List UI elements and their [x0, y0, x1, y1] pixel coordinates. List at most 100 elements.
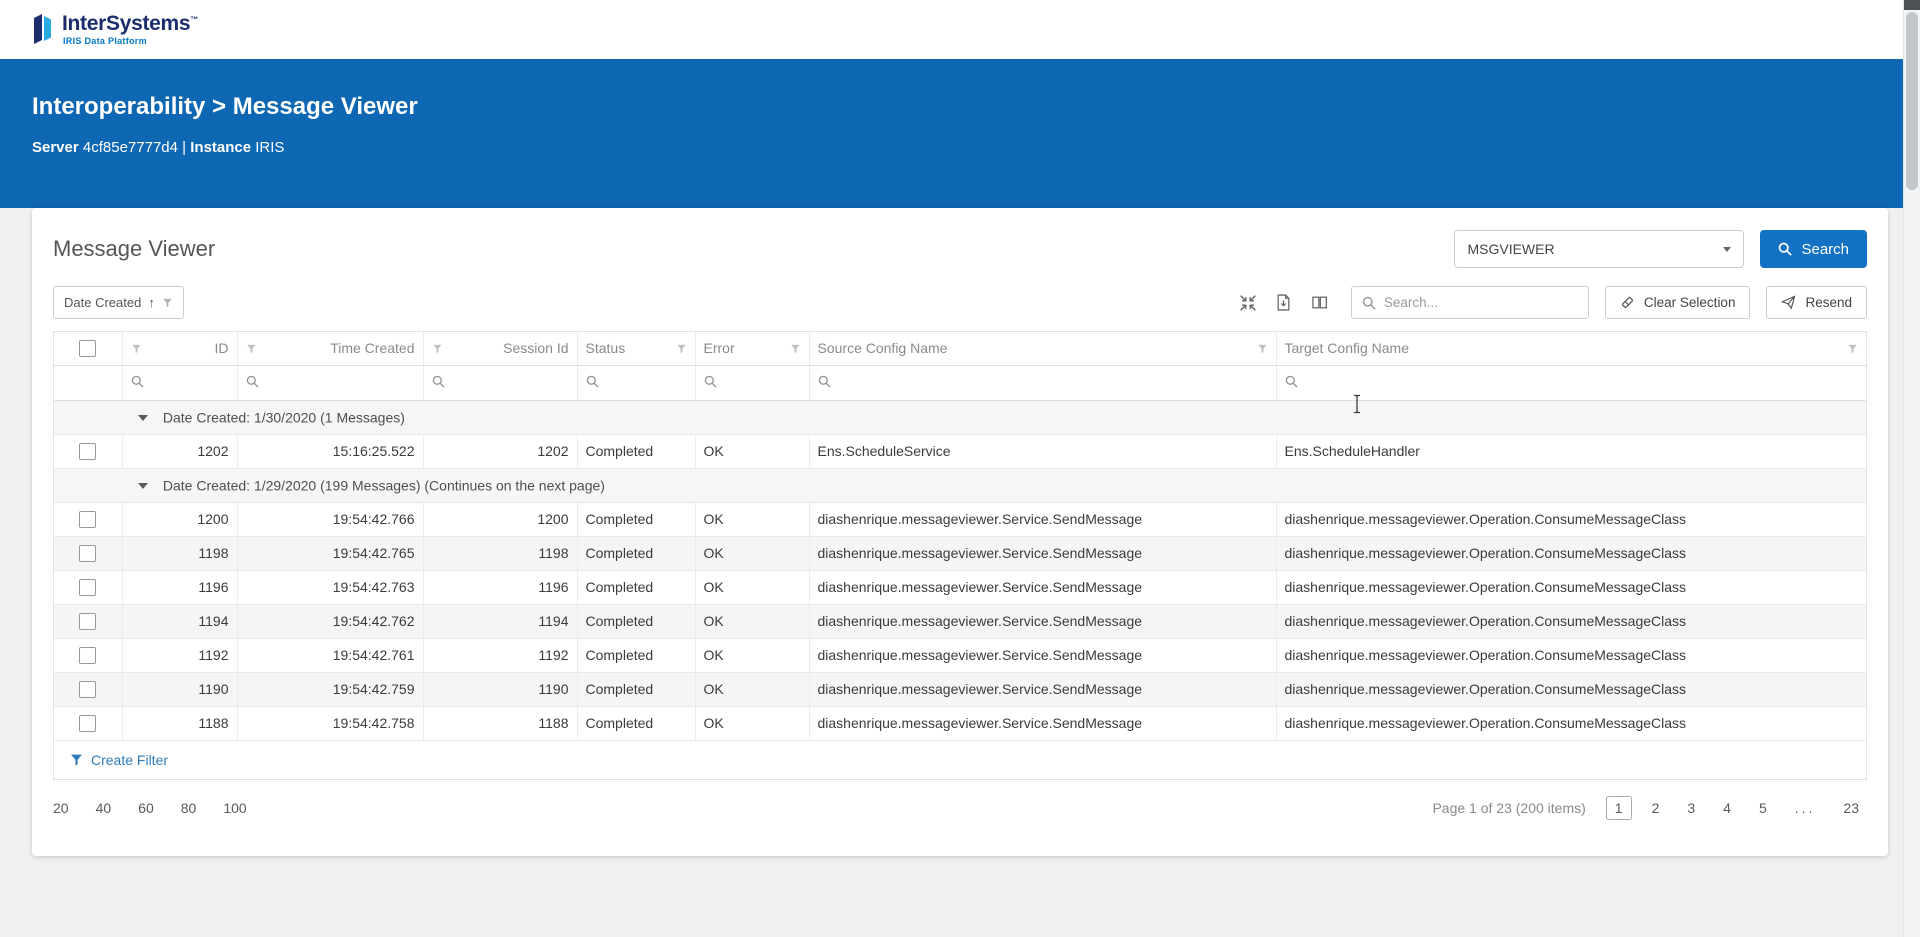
column-chooser-button[interactable] — [1305, 288, 1335, 318]
funnel-icon[interactable] — [1257, 343, 1268, 354]
filter-input-source-config[interactable] — [809, 365, 1277, 401]
clear-selection-button[interactable]: Clear Selection — [1604, 286, 1751, 319]
page-size-80[interactable]: 80 — [181, 800, 197, 816]
cell-error: OK — [695, 638, 810, 673]
column-header-error[interactable]: Error — [704, 340, 735, 356]
row-checkbox[interactable] — [79, 578, 97, 596]
table-row[interactable]: 1198 19:54:42.765 1198 Completed OK dias… — [54, 536, 1866, 571]
row-checkbox[interactable] — [79, 646, 97, 664]
table-row[interactable]: 1188 19:54:42.758 1188 Completed OK dias… — [54, 706, 1866, 741]
column-chooser-icon — [1312, 296, 1328, 309]
table-row[interactable]: 1194 19:54:42.762 1194 Completed OK dias… — [54, 604, 1866, 639]
create-filter-link[interactable]: Create Filter — [54, 741, 1866, 779]
cell-status: Completed — [577, 672, 696, 707]
quick-search-box[interactable] — [1350, 286, 1589, 319]
funnel-icon[interactable] — [1847, 343, 1858, 354]
cell-id: 1202 — [122, 434, 238, 469]
cell-session-id: 1196 — [423, 570, 578, 605]
intersystems-logo-icon — [34, 13, 51, 44]
page-size-100[interactable]: 100 — [223, 800, 246, 816]
row-checkbox[interactable] — [79, 612, 97, 630]
sort-chip-date-created[interactable]: Date Created ↑ — [53, 286, 184, 319]
column-header-session-id[interactable]: Session Id — [503, 340, 568, 356]
cell-source-config: diashenrique.messageviewer.Service.SendM… — [809, 536, 1277, 571]
cell-source-config: diashenrique.messageviewer.Service.SendM… — [809, 604, 1277, 639]
search-button[interactable]: Search — [1760, 230, 1867, 268]
file-export-icon — [1277, 294, 1290, 311]
filter-input-session-id[interactable] — [423, 365, 578, 401]
table-row[interactable]: 1200 19:54:42.766 1200 Completed OK dias… — [54, 502, 1866, 537]
cell-session-id: 1192 — [423, 638, 578, 673]
vertical-scrollbar[interactable] — [1903, 0, 1920, 937]
page-header: Interoperability > Message Viewer Server… — [0, 59, 1920, 208]
cell-time-created: 19:54:42.762 — [237, 604, 424, 639]
cell-error: OK — [695, 604, 810, 639]
table-row[interactable]: 1196 19:54:42.763 1196 Completed OK dias… — [54, 570, 1866, 605]
funnel-icon[interactable] — [131, 343, 142, 354]
row-checkbox[interactable] — [79, 510, 97, 528]
select-all-checkbox[interactable] — [79, 340, 97, 358]
server-instance-line: Server 4cf85e7777d4 | Instance IRIS — [32, 139, 1920, 156]
page-button-4[interactable]: 4 — [1715, 797, 1739, 819]
column-header-id[interactable]: ID — [215, 340, 229, 356]
text-cursor — [1352, 394, 1362, 419]
column-header-source-config[interactable]: Source Config Name — [818, 340, 948, 356]
checkbox-cell — [54, 570, 123, 605]
filter-input-id[interactable] — [122, 365, 238, 401]
column-header-time-created[interactable]: Time Created — [330, 340, 414, 356]
collapse-all-button[interactable] — [1233, 288, 1263, 318]
table-row[interactable]: 1190 19:54:42.759 1190 Completed OK dias… — [54, 672, 1866, 707]
row-checkbox[interactable] — [79, 714, 97, 732]
row-checkbox[interactable] — [79, 442, 97, 460]
table-row[interactable]: 1192 19:54:42.761 1192 Completed OK dias… — [54, 638, 1866, 673]
funnel-icon[interactable] — [246, 343, 257, 354]
funnel-icon[interactable] — [432, 343, 443, 354]
page-button-23[interactable]: 23 — [1835, 797, 1867, 819]
quick-search-input[interactable] — [1383, 295, 1578, 310]
scrollbar-up-button[interactable] — [1904, 0, 1920, 10]
cell-error: OK — [695, 536, 810, 571]
page-button-3[interactable]: 3 — [1679, 797, 1703, 819]
scrollbar-thumb[interactable] — [1906, 12, 1918, 190]
column-header-target-config[interactable]: Target Config Name — [1285, 340, 1410, 356]
page-button-5[interactable]: 5 — [1751, 797, 1775, 819]
row-checkbox[interactable] — [79, 680, 97, 698]
search-button-label: Search — [1801, 240, 1849, 258]
group-collapse-triangle-icon[interactable] — [138, 482, 148, 489]
funnel-icon[interactable] — [676, 343, 687, 354]
page-size-20[interactable]: 20 — [53, 800, 69, 816]
cell-session-id: 1198 — [423, 536, 578, 571]
page-size-40[interactable]: 40 — [96, 800, 112, 816]
row-checkbox[interactable] — [79, 544, 97, 562]
filter-input-error[interactable] — [695, 365, 810, 401]
cell-time-created: 15:16:25.522 — [237, 434, 424, 469]
cell-id: 1190 — [122, 672, 238, 707]
search-icon — [1362, 296, 1376, 310]
group-collapse-triangle-icon[interactable] — [138, 414, 148, 421]
funnel-icon[interactable] — [790, 343, 801, 354]
export-button[interactable] — [1269, 288, 1299, 318]
filter-input-status[interactable] — [577, 365, 696, 401]
checkbox-cell — [54, 706, 123, 741]
cell-source-config: diashenrique.messageviewer.Service.SendM… — [809, 638, 1277, 673]
checkbox-cell — [54, 672, 123, 707]
resend-button[interactable]: Resend — [1766, 286, 1867, 319]
intersystems-logo[interactable]: InterSystems™ IRIS Data Platform — [30, 12, 198, 46]
breadcrumb[interactable]: Interoperability > Message Viewer — [32, 93, 1920, 121]
cell-time-created: 19:54:42.758 — [237, 706, 424, 741]
cell-target-config: Ens.ScheduleHandler — [1276, 434, 1866, 469]
search-icon — [246, 375, 258, 387]
page-button-2[interactable]: 2 — [1644, 797, 1668, 819]
group-row[interactable]: Date Created: 1/29/2020 (199 Messages) (… — [54, 468, 1866, 503]
table-row[interactable]: 1202 15:16:25.522 1202 Completed OK Ens.… — [54, 434, 1866, 469]
cell-error: OK — [695, 706, 810, 741]
filter-input-target-config[interactable] — [1276, 365, 1866, 401]
viewer-select[interactable]: MSGVIEWER — [1454, 230, 1745, 268]
page-size-60[interactable]: 60 — [138, 800, 154, 816]
group-row[interactable]: Date Created: 1/30/2020 (1 Messages) — [54, 400, 1866, 435]
filter-input-time-created[interactable] — [237, 365, 424, 401]
resend-label: Resend — [1805, 295, 1852, 310]
cell-id: 1198 — [122, 536, 238, 571]
column-header-status[interactable]: Status — [586, 340, 626, 356]
page-button-1[interactable]: 1 — [1605, 795, 1632, 820]
